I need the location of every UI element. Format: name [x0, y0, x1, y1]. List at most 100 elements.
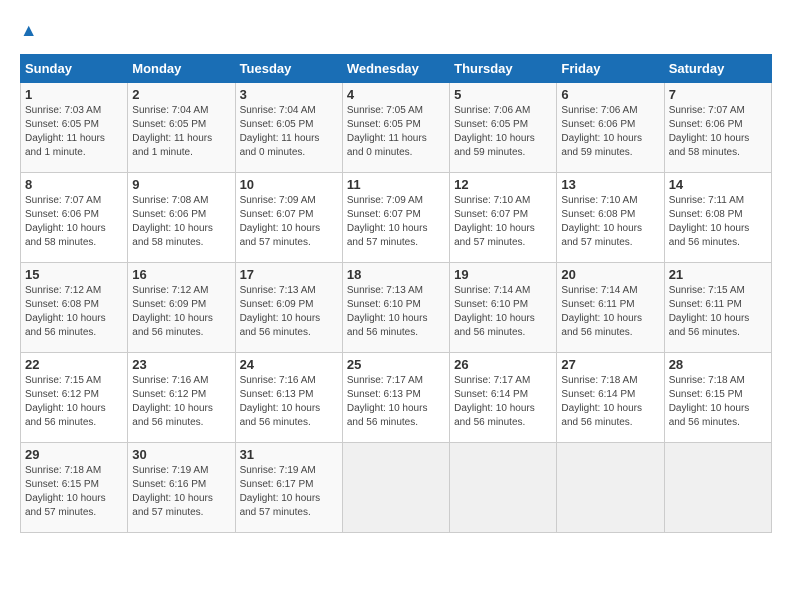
- calendar-cell: 4 Sunrise: 7:05 AM Sunset: 6:05 PM Daylig…: [342, 83, 449, 173]
- calendar-cell: [557, 443, 664, 533]
- day-info: Sunrise: 7:06 AM Sunset: 6:06 PM Dayligh…: [561, 104, 659, 160]
- day-info: Sunrise: 7:15 AM Sunset: 6:11 PM Dayligh…: [669, 284, 767, 340]
- weekday-header-saturday: Saturday: [664, 55, 771, 83]
- weekday-header-monday: Monday: [128, 55, 235, 83]
- day-number: 7: [669, 87, 767, 102]
- day-number: 5: [454, 87, 552, 102]
- weekday-header-tuesday: Tuesday: [235, 55, 342, 83]
- day-number: 3: [240, 87, 338, 102]
- weekday-header-sunday: Sunday: [21, 55, 128, 83]
- calendar-cell: [664, 443, 771, 533]
- calendar-cell: 5 Sunrise: 7:06 AM Sunset: 6:05 PM Daylig…: [450, 83, 557, 173]
- svg-text:▲: ▲: [20, 20, 37, 40]
- day-number: 25: [347, 357, 445, 372]
- day-info: Sunrise: 7:08 AM Sunset: 6:06 PM Dayligh…: [132, 194, 230, 250]
- day-number: 29: [25, 447, 123, 462]
- calendar-cell: 16Sunrise: 7:12 AM Sunset: 6:09 PM Dayli…: [128, 263, 235, 353]
- day-number: 22: [25, 357, 123, 372]
- day-number: 13: [561, 177, 659, 192]
- day-number: 26: [454, 357, 552, 372]
- day-info: Sunrise: 7:14 AM Sunset: 6:11 PM Dayligh…: [561, 284, 659, 340]
- day-number: 18: [347, 267, 445, 282]
- day-number: 19: [454, 267, 552, 282]
- day-number: 1: [25, 87, 123, 102]
- calendar-cell: 13 Sunrise: 7:10 AM Sunset: 6:08 PM Dayli…: [557, 173, 664, 263]
- calendar-cell: 19 Sunrise: 7:14 AM Sunset: 6:10 PM Dayli…: [450, 263, 557, 353]
- day-info: Sunrise: 7:12 AM Sunset: 6:08 PM Dayligh…: [25, 284, 123, 340]
- day-info: Sunrise: 7:04 AM Sunset: 6:05 PM Dayligh…: [240, 104, 338, 160]
- day-info: Sunrise: 7:17 AM Sunset: 6:13 PM Dayligh…: [347, 374, 445, 430]
- day-number: 30: [132, 447, 230, 462]
- day-info: Sunrise: 7:07 AM Sunset: 6:06 PM Dayligh…: [669, 104, 767, 160]
- calendar-cell: 14Sunrise: 7:11 AM Sunset: 6:08 PM Dayli…: [664, 173, 771, 263]
- day-info: Sunrise: 7:15 AM Sunset: 6:12 PM Dayligh…: [25, 374, 123, 430]
- page-header: ▲: [20, 20, 772, 44]
- day-number: 2: [132, 87, 230, 102]
- day-info: Sunrise: 7:10 AM Sunset: 6:08 PM Dayligh…: [561, 194, 659, 250]
- calendar-cell: 24 Sunrise: 7:16 AM Sunset: 6:13 PM Dayli…: [235, 353, 342, 443]
- weekday-header-row: SundayMondayTuesdayWednesdayThursdayFrid…: [21, 55, 772, 83]
- day-number: 20: [561, 267, 659, 282]
- calendar-cell: [450, 443, 557, 533]
- day-number: 28: [669, 357, 767, 372]
- calendar-cell: 22 Sunrise: 7:15 AM Sunset: 6:12 PM Dayli…: [21, 353, 128, 443]
- day-number: 16: [132, 267, 230, 282]
- calendar-cell: 10Sunrise: 7:09 AM Sunset: 6:07 PM Dayli…: [235, 173, 342, 263]
- calendar-cell: 11 Sunrise: 7:09 AM Sunset: 6:07 PM Dayli…: [342, 173, 449, 263]
- day-info: Sunrise: 7:04 AM Sunset: 6:05 PM Dayligh…: [132, 104, 230, 160]
- calendar-cell: 7 Sunrise: 7:07 AM Sunset: 6:06 PM Daylig…: [664, 83, 771, 173]
- calendar-cell: 2 Sunrise: 7:04 AM Sunset: 6:05 PM Daylig…: [128, 83, 235, 173]
- day-info: Sunrise: 7:16 AM Sunset: 6:12 PM Dayligh…: [132, 374, 230, 430]
- day-info: Sunrise: 7:18 AM Sunset: 6:14 PM Dayligh…: [561, 374, 659, 430]
- day-number: 15: [25, 267, 123, 282]
- calendar-week-row: 15 Sunrise: 7:12 AM Sunset: 6:08 PM Dayli…: [21, 263, 772, 353]
- day-info: Sunrise: 7:09 AM Sunset: 6:07 PM Dayligh…: [347, 194, 445, 250]
- calendar-week-row: 8Sunrise: 7:07 AM Sunset: 6:06 PM Daylig…: [21, 173, 772, 263]
- day-number: 31: [240, 447, 338, 462]
- day-info: Sunrise: 7:05 AM Sunset: 6:05 PM Dayligh…: [347, 104, 445, 160]
- calendar-cell: 31 Sunrise: 7:19 AM Sunset: 6:17 PM Dayli…: [235, 443, 342, 533]
- day-number: 6: [561, 87, 659, 102]
- calendar-cell: 15 Sunrise: 7:12 AM Sunset: 6:08 PM Dayli…: [21, 263, 128, 353]
- logo-icon: ▲: [20, 20, 44, 44]
- calendar-cell: 3 Sunrise: 7:04 AM Sunset: 6:05 PM Daylig…: [235, 83, 342, 173]
- calendar-cell: 8Sunrise: 7:07 AM Sunset: 6:06 PM Daylig…: [21, 173, 128, 263]
- day-info: Sunrise: 7:19 AM Sunset: 6:17 PM Dayligh…: [240, 464, 338, 520]
- weekday-header-wednesday: Wednesday: [342, 55, 449, 83]
- day-number: 9: [132, 177, 230, 192]
- day-info: Sunrise: 7:13 AM Sunset: 6:09 PM Dayligh…: [240, 284, 338, 340]
- calendar-week-row: 1 Sunrise: 7:03 AM Sunset: 6:05 PM Daylig…: [21, 83, 772, 173]
- calendar-cell: 20 Sunrise: 7:14 AM Sunset: 6:11 PM Dayli…: [557, 263, 664, 353]
- day-info: Sunrise: 7:14 AM Sunset: 6:10 PM Dayligh…: [454, 284, 552, 340]
- calendar-cell: 18Sunrise: 7:13 AM Sunset: 6:10 PM Dayli…: [342, 263, 449, 353]
- day-info: Sunrise: 7:03 AM Sunset: 6:05 PM Dayligh…: [25, 104, 123, 160]
- calendar-cell: 17 Sunrise: 7:13 AM Sunset: 6:09 PM Dayli…: [235, 263, 342, 353]
- day-info: Sunrise: 7:09 AM Sunset: 6:07 PM Dayligh…: [240, 194, 338, 250]
- day-info: Sunrise: 7:07 AM Sunset: 6:06 PM Dayligh…: [25, 194, 123, 250]
- day-number: 24: [240, 357, 338, 372]
- calendar-week-row: 29Sunrise: 7:18 AM Sunset: 6:15 PM Dayli…: [21, 443, 772, 533]
- calendar-week-row: 22 Sunrise: 7:15 AM Sunset: 6:12 PM Dayli…: [21, 353, 772, 443]
- day-number: 4: [347, 87, 445, 102]
- day-number: 12: [454, 177, 552, 192]
- day-number: 21: [669, 267, 767, 282]
- calendar-cell: [342, 443, 449, 533]
- day-info: Sunrise: 7:16 AM Sunset: 6:13 PM Dayligh…: [240, 374, 338, 430]
- day-info: Sunrise: 7:10 AM Sunset: 6:07 PM Dayligh…: [454, 194, 552, 250]
- calendar-cell: 1 Sunrise: 7:03 AM Sunset: 6:05 PM Daylig…: [21, 83, 128, 173]
- day-number: 27: [561, 357, 659, 372]
- calendar-cell: 12 Sunrise: 7:10 AM Sunset: 6:07 PM Dayli…: [450, 173, 557, 263]
- calendar-cell: 25 Sunrise: 7:17 AM Sunset: 6:13 PM Dayli…: [342, 353, 449, 443]
- calendar-cell: 21 Sunrise: 7:15 AM Sunset: 6:11 PM Dayli…: [664, 263, 771, 353]
- logo: ▲: [20, 20, 48, 44]
- day-info: Sunrise: 7:19 AM Sunset: 6:16 PM Dayligh…: [132, 464, 230, 520]
- calendar-cell: 27 Sunrise: 7:18 AM Sunset: 6:14 PM Dayli…: [557, 353, 664, 443]
- calendar-cell: 30 Sunrise: 7:19 AM Sunset: 6:16 PM Dayli…: [128, 443, 235, 533]
- day-number: 14: [669, 177, 767, 192]
- calendar-cell: 26Sunrise: 7:17 AM Sunset: 6:14 PM Dayli…: [450, 353, 557, 443]
- calendar-cell: 28Sunrise: 7:18 AM Sunset: 6:15 PM Dayli…: [664, 353, 771, 443]
- day-info: Sunrise: 7:06 AM Sunset: 6:05 PM Dayligh…: [454, 104, 552, 160]
- calendar-cell: 23Sunrise: 7:16 AM Sunset: 6:12 PM Dayli…: [128, 353, 235, 443]
- day-number: 17: [240, 267, 338, 282]
- day-number: 11: [347, 177, 445, 192]
